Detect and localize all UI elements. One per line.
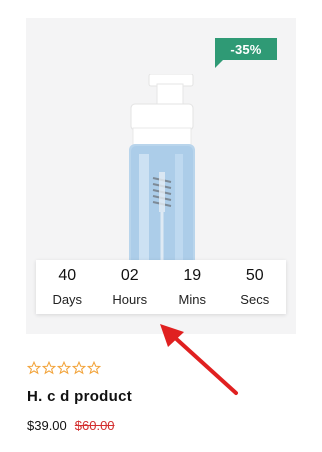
star-outline-icon [42, 361, 56, 375]
countdown-hours: 02 Hours [99, 260, 162, 314]
star-outline-icon [57, 361, 71, 375]
star-outline-icon [27, 361, 41, 375]
original-price: $60.00 [74, 418, 115, 433]
countdown-hours-value: 02 [120, 267, 139, 284]
countdown-secs: 50 Secs [224, 260, 287, 314]
sale-countdown: 40 Days 02 Hours 19 Mins 50 Secs [36, 260, 286, 314]
countdown-days: 40 Days [36, 260, 99, 314]
red-arrow-annotation [160, 324, 238, 395]
countdown-secs-label: Secs [240, 292, 270, 307]
countdown-mins: 19 Mins [161, 260, 224, 314]
countdown-hours-label: Hours [112, 292, 148, 307]
countdown-days-label: Days [52, 292, 83, 307]
discount-badge: -35% [215, 38, 277, 60]
current-price: $39.00 [27, 418, 67, 433]
price-row: $39.00 $60.00 [27, 418, 115, 433]
star-outline-icon [87, 361, 101, 375]
rating-stars [27, 361, 101, 375]
countdown-mins-label: Mins [178, 292, 206, 307]
countdown-days-value: 40 [58, 267, 77, 284]
product-title[interactable]: H. c d product [27, 388, 132, 405]
countdown-mins-value: 19 [183, 267, 202, 284]
star-outline-icon [72, 361, 86, 375]
badge-tail [215, 60, 223, 68]
product-card[interactable]: -35% 40 Days 02 Hours 19 Mins 50 Secs H.… [0, 0, 322, 452]
countdown-secs-value: 50 [245, 267, 264, 284]
